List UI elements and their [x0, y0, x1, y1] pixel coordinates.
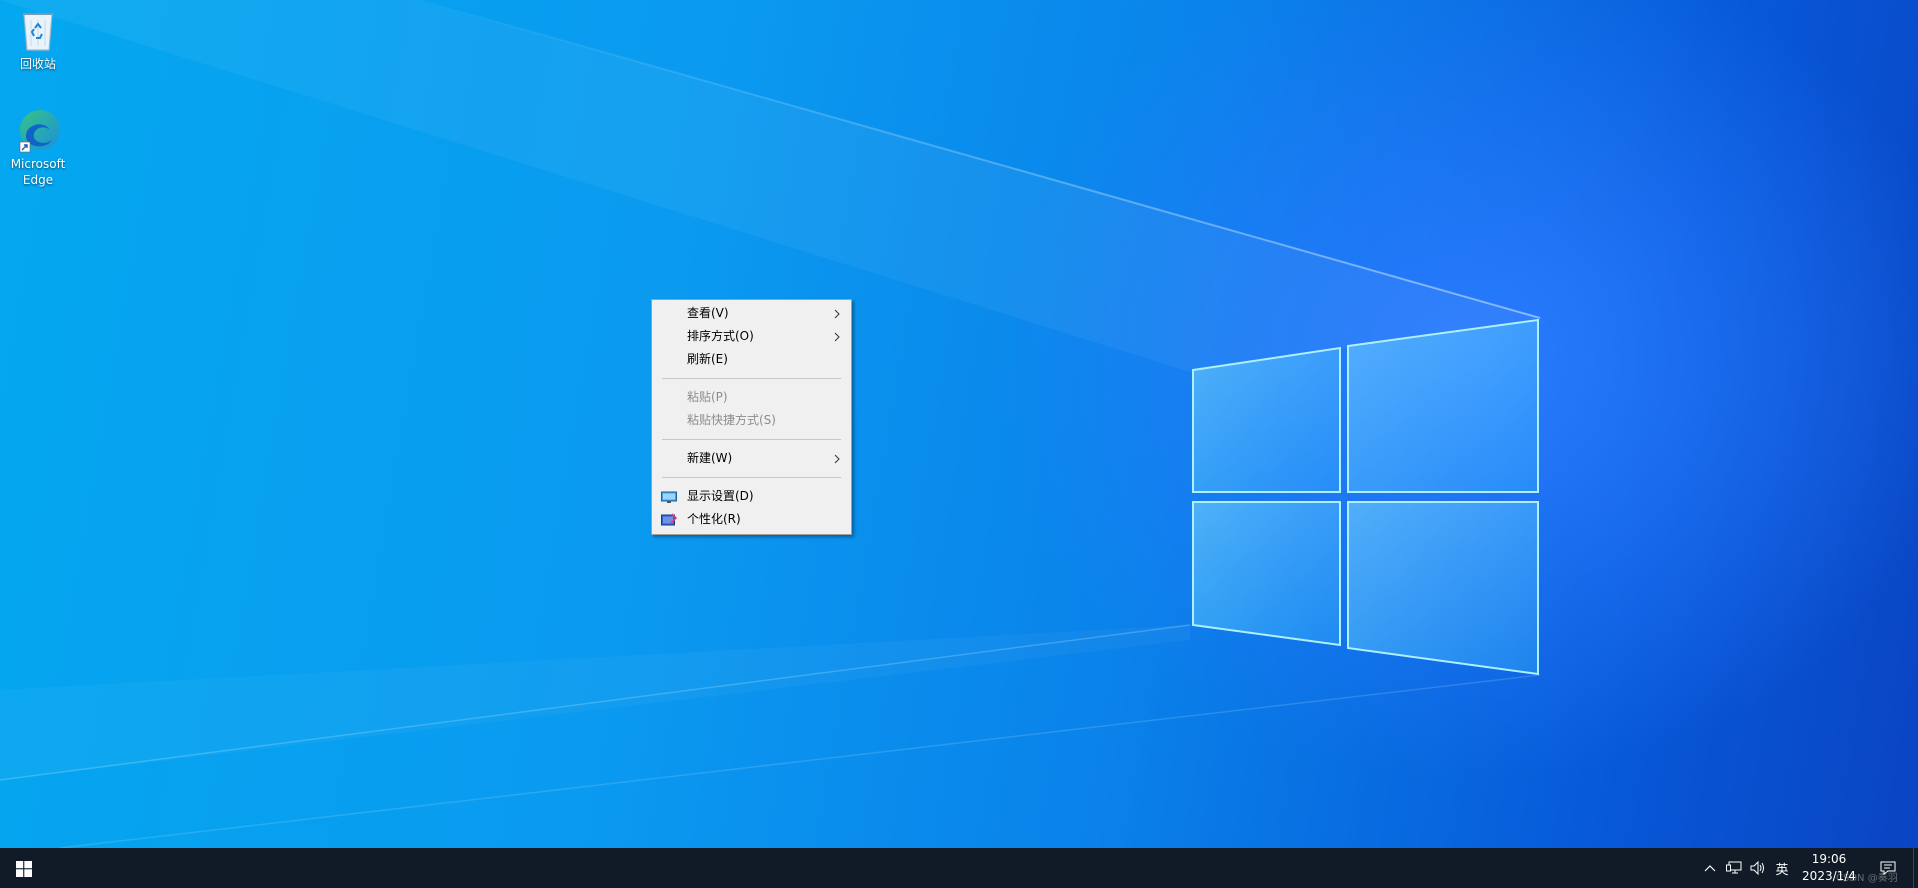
- display-settings-icon: [661, 489, 677, 505]
- desktop-icon-label: Microsoft Edge: [10, 157, 66, 187]
- edge-icon: [14, 106, 62, 154]
- menu-item-new[interactable]: 新建(W): [652, 447, 851, 470]
- desktop-icon-recycle-bin[interactable]: 回收站: [0, 6, 76, 72]
- menu-item-paste[interactable]: 粘贴(P): [652, 386, 851, 409]
- menu-item-label: 查看(V): [687, 306, 729, 320]
- personalize-icon: [661, 512, 678, 528]
- network-button[interactable]: [1722, 848, 1746, 888]
- volume-button[interactable]: [1746, 848, 1770, 888]
- desktop[interactable]: 回收站 Microsoft Edge 查看(V) 排序方式(O) 刷新(E) 粘…: [0, 0, 1918, 848]
- menu-item-label: 刷新(E): [687, 352, 728, 366]
- chevron-up-icon: [1704, 865, 1716, 872]
- action-center-button[interactable]: [1874, 848, 1902, 888]
- input-language-label: 英: [1775, 862, 1789, 878]
- clock-time: 19:06: [1811, 852, 1847, 866]
- menu-separator: [662, 477, 841, 478]
- menu-item-label: 显示设置(D): [687, 489, 754, 503]
- chevron-right-icon: [833, 447, 841, 470]
- network-icon: [1726, 861, 1742, 874]
- menu-separator: [662, 378, 841, 379]
- menu-item-label: 粘贴快捷方式(S): [687, 413, 776, 427]
- menu-item-label: 新建(W): [687, 451, 733, 465]
- desktop-context-menu: 查看(V) 排序方式(O) 刷新(E) 粘贴(P) 粘贴快捷方式(S) 新建(W…: [651, 299, 852, 535]
- menu-item-label: 排序方式(O): [687, 329, 754, 343]
- windows-logo-icon: [16, 861, 32, 877]
- chevron-right-icon: [833, 302, 841, 325]
- input-language-button[interactable]: 英: [1770, 848, 1794, 888]
- menu-item-display-settings[interactable]: 显示设置(D): [652, 485, 851, 508]
- menu-item-label: 粘贴(P): [687, 390, 728, 404]
- notification-icon: [1880, 861, 1896, 875]
- wallpaper: [0, 0, 1541, 848]
- menu-item-paste-shortcut[interactable]: 粘贴快捷方式(S): [652, 409, 851, 432]
- show-hidden-icons-button[interactable]: [1698, 848, 1722, 888]
- desktop-icon-label: 回收站: [19, 57, 56, 71]
- menu-item-label: 个性化(R): [687, 512, 741, 526]
- chevron-right-icon: [833, 325, 841, 348]
- desktop-icon-microsoft-edge[interactable]: Microsoft Edge: [0, 106, 76, 188]
- menu-item-sort-by[interactable]: 排序方式(O): [652, 325, 851, 348]
- recycle-bin-icon: [14, 6, 62, 54]
- start-button[interactable]: [0, 848, 48, 888]
- menu-item-personalize[interactable]: 个性化(R): [652, 508, 851, 531]
- menu-separator: [662, 439, 841, 440]
- taskbar: 英 19:06 2023/1/4 CSDN @奏羽: [0, 848, 1918, 888]
- menu-item-view[interactable]: 查看(V): [652, 302, 851, 325]
- show-desktop-button[interactable]: [1913, 848, 1918, 888]
- speaker-icon: [1750, 861, 1764, 875]
- menu-item-refresh[interactable]: 刷新(E): [652, 348, 851, 371]
